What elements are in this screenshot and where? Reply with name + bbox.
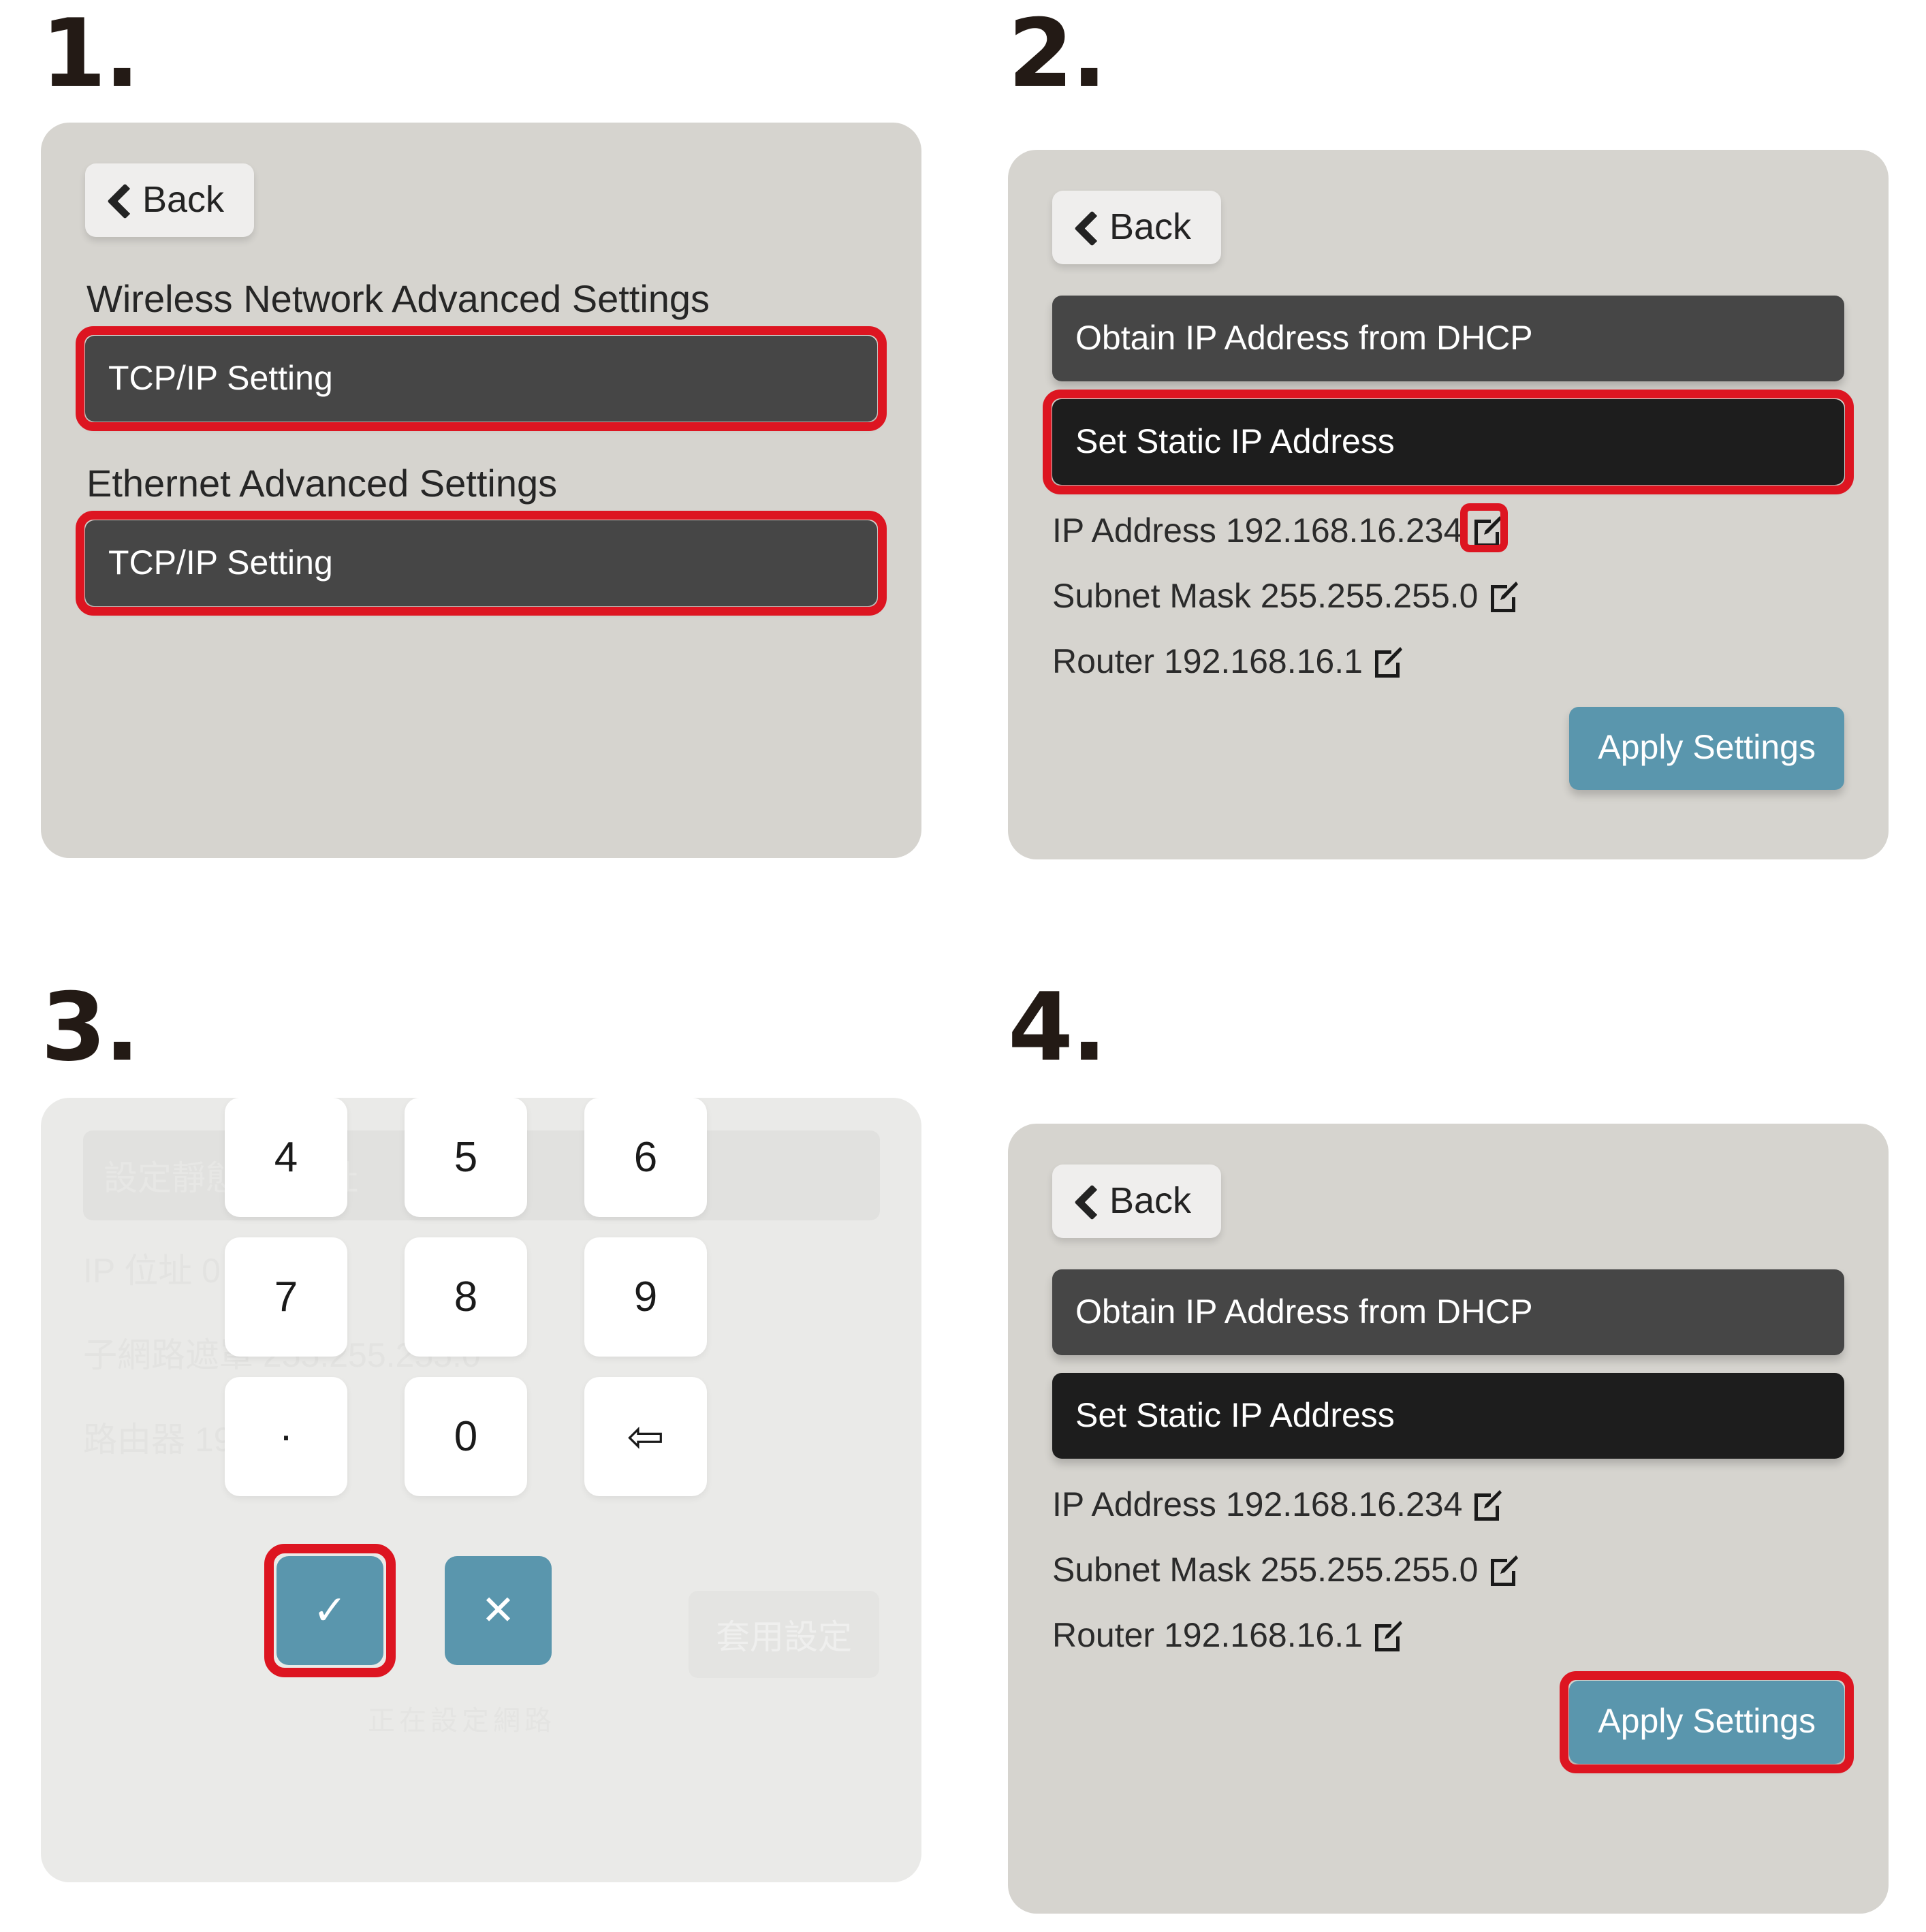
apply-settings-highlight-holder: Apply Settings [1560, 1671, 1854, 1773]
router-value: 192.168.16.1 [1163, 1616, 1363, 1654]
back-button-panel2[interactable]: Back [1052, 191, 1222, 264]
section-title-wireless: Wireless Network Advanced Settings [86, 277, 710, 320]
set-static-ip-highlight-wrapper: Set Static IP Address [1043, 390, 1854, 494]
ip-address-label: IP Address [1052, 1485, 1216, 1523]
apply-settings-button[interactable]: Apply Settings [1569, 707, 1844, 790]
chevron-left-icon [1075, 1184, 1094, 1217]
info-row-ip-address: IP Address 192.168.16.234 [1052, 503, 1844, 552]
section-title-ethernet: Ethernet Advanced Settings [86, 462, 558, 505]
panel-wireless-ethernet-settings: Back Wireless Network Advanced Settings … [41, 123, 921, 858]
backspace-icon[interactable]: ⇦ [584, 1377, 707, 1496]
step-4-number: 4. [1008, 972, 1107, 1082]
set-static-ip-address-button[interactable]: Set Static IP Address [1052, 1373, 1844, 1459]
back-button-label: Back [1109, 206, 1192, 247]
keypad-grid: 4 5 6 7 8 9 . 0 ⇦ [225, 1098, 742, 1496]
info-row-router: Router 192.168.16.1 [1052, 642, 1844, 681]
back-button-label: Back [1109, 1180, 1192, 1221]
info-row-router: Router 192.168.16.1 [1052, 1615, 1844, 1655]
ip-address-value: 192.168.16.234 [1225, 511, 1463, 550]
obtain-ip-from-dhcp-button[interactable]: Obtain IP Address from DHCP [1052, 296, 1844, 381]
cancel-button-holder: ✕ [445, 1556, 552, 1665]
back-button-label: Back [142, 179, 225, 220]
chevron-left-icon [1075, 210, 1094, 243]
network-info-rows-panel2: IP Address 192.168.16.234 Subnet Mask 25… [1052, 503, 1844, 681]
edit-pencil-icon-router[interactable] [1372, 645, 1402, 678]
ip-address-value: 192.168.16.234 [1225, 1485, 1463, 1523]
panel-apply-settings: Back Obtain IP Address from DHCP Set Sta… [1008, 1124, 1889, 1914]
router-value: 192.168.16.1 [1163, 642, 1363, 680]
keypad-key-8[interactable]: 8 [405, 1237, 527, 1357]
keypad-key-dot[interactable]: . [225, 1377, 347, 1496]
info-row-ip-address: IP Address 192.168.16.234 [1052, 1485, 1844, 1524]
edit-pencil-icon-router[interactable] [1372, 1619, 1402, 1651]
confirm-checkmark-button[interactable]: ✓ [277, 1556, 383, 1665]
cancel-cross-button[interactable]: ✕ [445, 1556, 552, 1665]
keypad-key-4[interactable]: 4 [225, 1098, 347, 1217]
edit-pencil-icon-subnet-mask[interactable] [1488, 1553, 1518, 1586]
subnet-mask-label: Subnet Mask [1052, 1551, 1251, 1589]
subnet-mask-label: Subnet Mask [1052, 577, 1251, 615]
back-button-panel4[interactable]: Back [1052, 1165, 1222, 1238]
step-3-number: 3. [41, 972, 140, 1082]
apply-settings-holder: Apply Settings [1569, 707, 1844, 790]
edit-pencil-icon-subnet-mask[interactable] [1488, 580, 1518, 612]
ghost-status-text: 正在設定網路 [368, 1706, 556, 1736]
subnet-mask-value: 255.255.255.0 [1260, 577, 1479, 615]
router-label: Router [1052, 642, 1155, 680]
keypad-key-6[interactable]: 6 [584, 1098, 707, 1217]
ip-address-label: IP Address [1052, 511, 1216, 550]
set-static-ip-address-button[interactable]: Set Static IP Address [1052, 399, 1844, 485]
tcpip-setting-ethernet-button[interactable]: TCP/IP Setting [85, 520, 877, 606]
back-button-panel1[interactable]: Back [85, 163, 255, 237]
numeric-keypad: 4 5 6 7 8 9 . 0 ⇦ ✓ ✕ [225, 1098, 742, 1677]
step-2-number: 2. [1008, 0, 1107, 108]
tcpip-setting-wireless-button[interactable]: TCP/IP Setting [85, 336, 877, 422]
apply-settings-row-panel2: Apply Settings [1052, 707, 1844, 790]
info-row-subnet-mask: Subnet Mask 255.255.255.0 [1052, 1550, 1844, 1589]
steps-grid: 1. Back Wireless Network Advanced Settin… [0, 0, 1926, 1932]
router-label: Router [1052, 1616, 1155, 1654]
edit-pencil-icon-ip-address[interactable] [1472, 1488, 1502, 1521]
tcpip-wireless-highlight-wrapper: TCP/IP Setting [76, 326, 887, 431]
keypad-key-5[interactable]: 5 [405, 1098, 527, 1217]
step-3: 3. 設定靜態 IP 位址 IP 位址 0 子網路遮罩 255.255.255.… [0, 974, 967, 1932]
obtain-ip-from-dhcp-button[interactable]: Obtain IP Address from DHCP [1052, 1269, 1844, 1355]
confirm-button-holder: ✓ [264, 1544, 396, 1677]
edit-pencil-icon-ip-address[interactable] [1460, 503, 1509, 552]
apply-settings-button[interactable]: Apply Settings [1569, 1681, 1844, 1764]
keypad-key-7[interactable]: 7 [225, 1237, 347, 1357]
keypad-key-9[interactable]: 9 [584, 1237, 707, 1357]
tcpip-ethernet-highlight-wrapper: TCP/IP Setting [76, 511, 887, 616]
step-1-number: 1. [41, 0, 140, 108]
step-4: 4. Back Obtain IP Address from DHCP Set … [967, 974, 1926, 1932]
apply-settings-row-panel4: Apply Settings [1052, 1671, 1854, 1773]
step-2: 2. Back Obtain IP Address from DHCP Set … [967, 0, 1926, 974]
step-1: 1. Back Wireless Network Advanced Settin… [0, 0, 967, 974]
network-info-rows-panel4: IP Address 192.168.16.234 Subnet Mask 25… [1052, 1485, 1844, 1655]
info-row-subnet-mask: Subnet Mask 255.255.255.0 [1052, 576, 1844, 616]
keypad-action-row: ✓ ✕ [264, 1544, 742, 1677]
keypad-key-0[interactable]: 0 [405, 1377, 527, 1496]
panel-numeric-keypad: 設定靜態 IP 位址 IP 位址 0 子網路遮罩 255.255.255.0 路… [41, 1098, 921, 1882]
chevron-left-icon [108, 183, 127, 216]
subnet-mask-value: 255.255.255.0 [1260, 1551, 1479, 1589]
panel-tcpip-static-ip: Back Obtain IP Address from DHCP Set Sta… [1008, 150, 1889, 859]
